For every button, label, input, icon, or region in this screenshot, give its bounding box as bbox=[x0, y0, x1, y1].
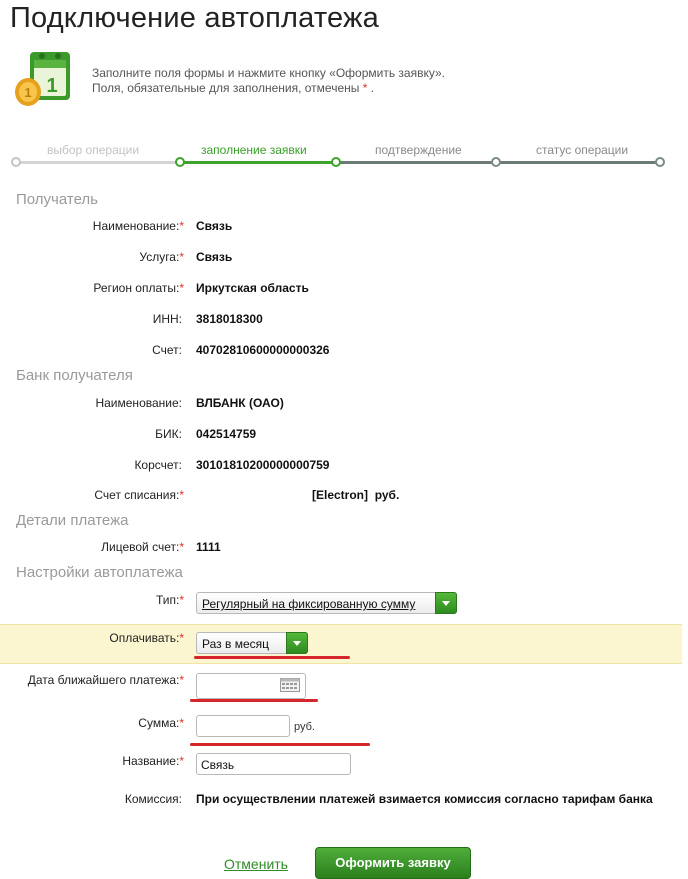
section-title-bank: Банк получателя bbox=[16, 367, 133, 384]
step-dot-3 bbox=[331, 157, 341, 167]
autopay-title-label-text: Название: bbox=[122, 754, 180, 768]
type-select-value: Регулярный на фиксированную сумму bbox=[202, 597, 416, 611]
required-mark: * bbox=[179, 754, 184, 768]
step-line-1 bbox=[16, 161, 180, 164]
commission-label: Комиссия: bbox=[124, 792, 182, 806]
debit-account-label-text: Счет списания: bbox=[94, 488, 180, 502]
hint-text: Заполните поля формы и нажмите кнопку «О… bbox=[92, 66, 445, 96]
required-mark: * bbox=[179, 716, 184, 730]
submit-request-button[interactable]: Оформить заявку bbox=[315, 847, 471, 879]
personal-account-label: Лицевой счет:* bbox=[101, 540, 184, 554]
next-payment-date-label-text: Дата ближайшего платежа: bbox=[27, 673, 180, 687]
chevron-down-icon[interactable] bbox=[286, 632, 308, 654]
section-title-details: Детали платежа bbox=[16, 512, 129, 529]
step-dot-1 bbox=[11, 157, 21, 167]
bank-corr-value: 30101810200000000759 bbox=[196, 458, 330, 472]
required-mark: * bbox=[179, 250, 184, 264]
debit-card-type: [Electron] bbox=[312, 488, 369, 502]
required-mark: * bbox=[179, 488, 184, 502]
pay-frequency-select[interactable]: Раз в месяц bbox=[196, 632, 308, 654]
recipient-service-value: Связь bbox=[196, 250, 233, 264]
bank-name-value: ВЛБАНК (ОАО) bbox=[196, 396, 284, 410]
autopay-title-label: Название:* bbox=[122, 754, 184, 768]
next-payment-date-label: Дата ближайшего платежа:* bbox=[28, 673, 184, 687]
hint-line-1: Заполните поля формы и нажмите кнопку «О… bbox=[92, 66, 445, 80]
debit-currency: руб. bbox=[374, 488, 400, 502]
bank-bik-value: 042514759 bbox=[196, 427, 257, 441]
pay-frequency-select-value: Раз в месяц bbox=[202, 637, 269, 651]
sum-label-text: Сумма: bbox=[138, 716, 180, 730]
personal-account-label-text: Лицевой счет: bbox=[101, 540, 180, 554]
type-label: Тип:* bbox=[156, 593, 184, 607]
recipient-service-label: Услуга:* bbox=[139, 250, 184, 264]
hint-line-2-end: . bbox=[370, 81, 375, 95]
red-underline-sum bbox=[190, 743, 370, 746]
pay-frequency-label: Оплачивать:* bbox=[109, 631, 184, 645]
recipient-region-label: Регион оплаты:* bbox=[93, 281, 184, 295]
step-line-2 bbox=[180, 161, 336, 164]
debit-account-value[interactable]: [Electron] руб. bbox=[312, 488, 399, 502]
debit-account-label: Счет списания:* bbox=[94, 488, 184, 502]
recipient-name-label: Наименование:* bbox=[93, 219, 184, 233]
required-mark: * bbox=[362, 81, 368, 95]
recipient-inn-value: 3818018300 bbox=[196, 312, 263, 326]
svg-text:1: 1 bbox=[24, 85, 31, 100]
chevron-down-icon[interactable] bbox=[435, 592, 457, 614]
recipient-service-label-text: Услуга: bbox=[139, 250, 180, 264]
step-label-operation-status: статус операции bbox=[536, 143, 629, 157]
bank-name-label: Наименование: bbox=[95, 396, 182, 410]
page-title: Подключение автоплатежа bbox=[10, 2, 379, 34]
sum-input[interactable] bbox=[196, 715, 290, 737]
type-label-text: Тип: bbox=[155, 593, 180, 607]
pay-frequency-label-text: Оплачивать: bbox=[109, 631, 180, 645]
sum-unit: руб. bbox=[294, 721, 315, 733]
autopay-title-value: Связь bbox=[201, 758, 235, 772]
calendar-coin-icon: 1 1 bbox=[15, 52, 70, 106]
recipient-region-label-text: Регион оплаты: bbox=[93, 281, 180, 295]
recipient-name-value: Связь bbox=[196, 219, 233, 233]
recipient-region-value: Иркутская область bbox=[196, 281, 309, 295]
required-mark: * bbox=[179, 219, 184, 233]
cancel-link[interactable]: Отменить bbox=[224, 856, 288, 872]
section-title-recipient: Получатель bbox=[16, 191, 98, 208]
recipient-inn-label: ИНН: bbox=[152, 312, 182, 326]
progress-stepper: выбор операции заполнение заявки подтвер… bbox=[0, 140, 688, 172]
step-dot-4 bbox=[491, 157, 501, 167]
calendar-icon[interactable] bbox=[280, 678, 300, 692]
bank-corr-label: Корсчет: bbox=[134, 458, 182, 472]
sum-label: Сумма:* bbox=[138, 716, 184, 730]
type-select[interactable]: Регулярный на фиксированную сумму bbox=[196, 592, 457, 614]
autopay-title-input[interactable]: Связь bbox=[196, 753, 351, 775]
red-underline-date bbox=[190, 699, 318, 702]
required-mark: * bbox=[179, 540, 184, 554]
next-payment-date-input[interactable] bbox=[196, 673, 306, 699]
step-dot-5 bbox=[655, 157, 665, 167]
recipient-name-label-text: Наименование: bbox=[92, 219, 180, 233]
step-dot-2 bbox=[175, 157, 185, 167]
step-label-fill-request: заполнение заявки bbox=[201, 143, 307, 157]
red-underline-frequency bbox=[194, 656, 350, 659]
required-mark: * bbox=[179, 281, 184, 295]
required-mark: * bbox=[179, 673, 184, 687]
step-label-select-operation: выбор операции bbox=[47, 143, 140, 157]
hint-line-2: Поля, обязательные для заполнения, отмеч… bbox=[92, 81, 445, 96]
section-title-settings: Настройки автоплатежа bbox=[16, 564, 183, 581]
step-label-confirmation: подтверждение bbox=[375, 143, 462, 157]
required-mark: * bbox=[179, 631, 184, 645]
recipient-account-value: 40702810600000000326 bbox=[196, 343, 330, 357]
personal-account-value: 1111 bbox=[196, 540, 221, 554]
commission-value: При осуществлении платежей взимается ком… bbox=[196, 792, 653, 806]
recipient-account-label: Счет: bbox=[152, 343, 182, 357]
bank-bik-label: БИК: bbox=[155, 427, 182, 441]
svg-text:1: 1 bbox=[46, 75, 57, 97]
required-mark: * bbox=[179, 593, 184, 607]
hint-line-2-text: Поля, обязательные для заполнения, отмеч… bbox=[92, 81, 360, 95]
